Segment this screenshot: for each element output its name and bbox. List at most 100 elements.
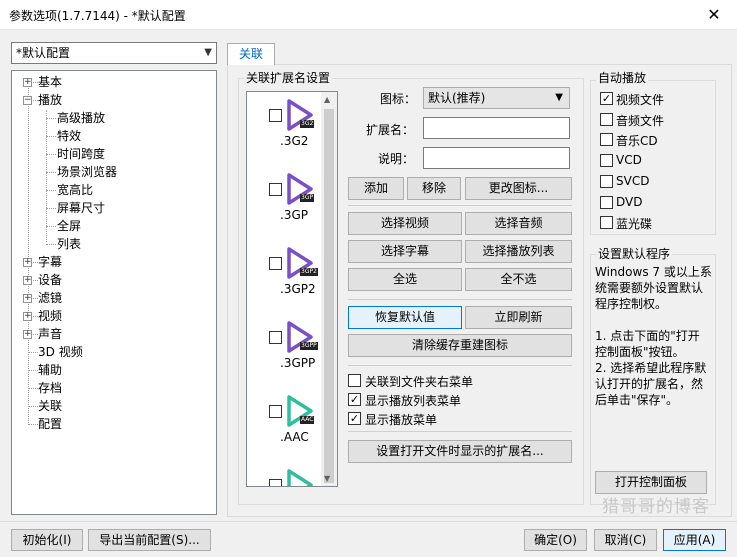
tree-item[interactable]: 声音 — [38, 326, 62, 342]
extension-input[interactable] — [423, 117, 570, 139]
autoplay-checkbox[interactable]: ✓ — [600, 92, 613, 105]
separator — [348, 205, 572, 206]
extension-checkbox[interactable] — [269, 479, 282, 486]
option-checkbox[interactable]: ✓ — [348, 412, 361, 425]
init-button[interactable]: 初始化(I) — [11, 529, 83, 551]
tree-line — [46, 154, 56, 155]
tree-item[interactable]: 辅助 — [38, 362, 62, 378]
extension-list[interactable]: ▲ ▼ 3G2 .3G2 3GP .3GP 3GP2 .3GP2 3GPP .3GPP AAC.… — [246, 91, 338, 487]
default-program-text: 1. 点击下面的"打开 — [595, 329, 700, 343]
tree-item[interactable]: 全屏 — [57, 218, 81, 234]
tree-line — [28, 424, 38, 425]
select-audio-button[interactable]: 选择音频 — [465, 212, 572, 235]
extension-label: .3GP2 — [280, 282, 316, 296]
extension-list-scrollbar[interactable]: ▲ ▼ — [321, 92, 337, 486]
expand-icon[interactable]: + — [23, 294, 32, 303]
option-checkbox-label[interactable]: 关联到文件夹右菜单 — [365, 373, 473, 390]
chevron-down-icon: ▼ — [204, 47, 212, 58]
scroll-thumb[interactable] — [324, 109, 334, 483]
extension-checkbox[interactable] — [269, 405, 282, 418]
autoplay-checkbox[interactable] — [600, 112, 613, 126]
autoplay-checkbox-label[interactable]: VCD — [616, 153, 642, 167]
expand-icon[interactable]: + — [23, 312, 32, 321]
select-subtitle-button[interactable]: 选择字幕 — [348, 240, 462, 263]
footer-divider — [0, 521, 737, 522]
tree-item[interactable]: 时间跨度 — [57, 146, 105, 162]
select-all-button[interactable]: 全选 — [348, 268, 462, 291]
option-checkbox-label[interactable]: 显示播放列表菜单 — [365, 392, 461, 409]
cancel-button[interactable]: 取消(C) — [594, 529, 657, 551]
tree-item[interactable]: 存档 — [38, 380, 62, 396]
tree-item[interactable]: 高级播放 — [57, 110, 105, 126]
extension-checkbox[interactable] — [269, 183, 282, 196]
option-checkbox[interactable] — [348, 374, 361, 387]
select-none-button[interactable]: 全不选 — [465, 268, 572, 291]
extension-checkbox[interactable] — [269, 257, 282, 270]
tree-item[interactable]: 屏幕尺寸 — [57, 200, 105, 216]
open-control-panel-button[interactable]: 打开控制面板 — [595, 471, 707, 494]
select-playlist-button[interactable]: 选择播放列表 — [465, 240, 572, 263]
restore-default-button[interactable]: 恢复默认值 — [348, 306, 462, 329]
autoplay-checkbox-label[interactable]: 视频文件 — [616, 91, 664, 108]
tree-line — [28, 81, 29, 423]
autoplay-checkbox[interactable] — [600, 174, 613, 188]
refresh-now-button[interactable]: 立即刷新 — [465, 306, 572, 329]
tree-line — [28, 370, 38, 371]
tree-item[interactable]: 视频 — [38, 308, 62, 324]
apply-button[interactable]: 应用(A) — [663, 529, 726, 551]
tree-item[interactable]: 基本 — [38, 74, 62, 90]
tree-item[interactable]: 字幕 — [38, 254, 62, 270]
chevron-down-icon: ▼ — [555, 92, 563, 103]
select-video-button[interactable]: 选择视频 — [348, 212, 462, 235]
option-checkbox[interactable]: ✓ — [348, 393, 361, 406]
extension-checkbox[interactable] — [269, 331, 282, 344]
set-open-extensions-button[interactable]: 设置打开文件时显示的扩展名... — [348, 440, 572, 463]
tree-item[interactable]: 关联 — [38, 398, 62, 414]
tree-item[interactable]: 3D 视频 — [38, 344, 83, 360]
description-input[interactable] — [423, 147, 570, 169]
remove-button[interactable]: 移除 — [407, 177, 461, 200]
autoplay-checkbox-label[interactable]: 音频文件 — [616, 112, 664, 129]
autoplay-checkbox[interactable] — [600, 133, 613, 147]
tree-item[interactable]: 特效 — [57, 128, 81, 144]
autoplay-checkbox-label[interactable]: 音乐CD — [616, 132, 658, 149]
tree-item[interactable]: 场景浏览器 — [57, 164, 117, 180]
tree-item[interactable]: 配置 — [38, 416, 62, 432]
collapse-icon[interactable]: − — [23, 96, 32, 105]
default-program-text: 认打开的扩展名，然 — [595, 377, 704, 391]
autoplay-checkbox[interactable] — [600, 195, 613, 209]
tree-item[interactable]: 播放 — [38, 92, 62, 108]
option-checkbox-label[interactable]: 显示播放菜单 — [365, 411, 437, 428]
expand-icon[interactable]: + — [23, 258, 32, 267]
category-tree[interactable]: + 基本 − 播放高级播放特效时间跨度场景浏览器宽高比屏幕尺寸全屏列表 + 字幕 + 设备 + 滤… — [11, 70, 217, 515]
autoplay-checkbox[interactable] — [600, 154, 613, 168]
scroll-up-icon[interactable]: ▲ — [324, 95, 330, 104]
tree-item[interactable]: 宽高比 — [57, 182, 93, 198]
autoplay-checkbox[interactable] — [600, 216, 613, 230]
autoplay-checkbox-label[interactable]: SVCD — [616, 174, 649, 188]
play-file-icon — [287, 173, 313, 205]
tab-association[interactable]: 关联 — [227, 43, 275, 65]
change-icon-button[interactable]: 更改图标... — [465, 177, 572, 200]
close-icon[interactable]: ✕ — [691, 0, 737, 30]
ok-button[interactable]: 确定(O) — [524, 529, 587, 551]
expand-icon[interactable]: + — [23, 78, 32, 87]
scroll-down-icon[interactable]: ▼ — [324, 474, 330, 483]
clear-cache-button[interactable]: 清除缓存重建图标 — [348, 334, 572, 357]
tree-item[interactable]: 列表 — [57, 236, 81, 252]
tree-item[interactable]: 设备 — [38, 272, 62, 288]
play-file-icon — [287, 247, 313, 279]
icon-select[interactable]: 默认(推荐) ▼ — [423, 87, 570, 109]
tree-line — [46, 110, 47, 242]
autoplay-checkbox-label[interactable]: DVD — [616, 195, 642, 209]
autoplay-checkbox-label[interactable]: 蓝光碟 — [616, 215, 652, 232]
extension-badge: 3GPP — [300, 342, 318, 350]
expand-icon[interactable]: + — [23, 330, 32, 339]
export-config-button[interactable]: 导出当前配置(S)... — [88, 529, 211, 551]
profile-select[interactable]: *默认配置 ▼ — [11, 42, 217, 64]
tree-item[interactable]: 滤镜 — [38, 290, 62, 306]
add-button[interactable]: 添加 — [348, 177, 404, 200]
autoplay-group-title: 自动播放 — [596, 69, 649, 86]
extension-checkbox[interactable] — [269, 109, 282, 122]
expand-icon[interactable]: + — [23, 276, 32, 285]
